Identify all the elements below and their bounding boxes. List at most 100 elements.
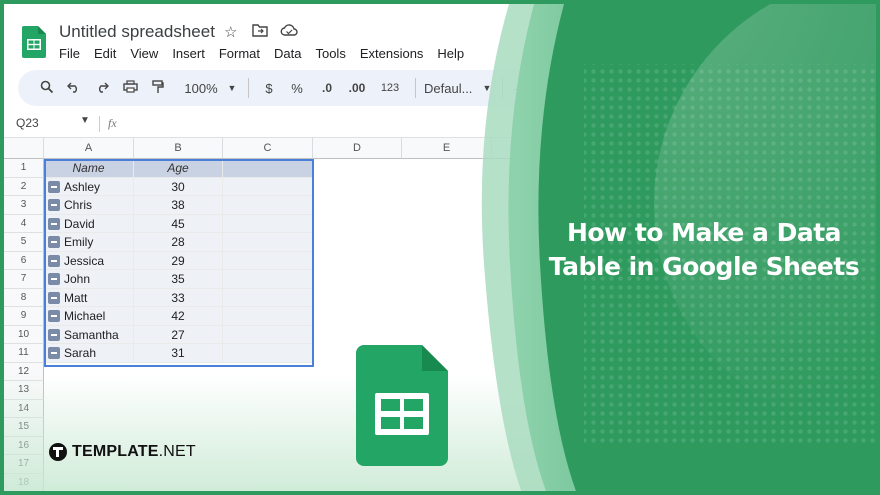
menu-file[interactable]: File xyxy=(59,46,80,61)
font-dropdown-icon[interactable]: ▼ xyxy=(480,83,494,93)
table-cell-empty[interactable] xyxy=(223,270,313,289)
menu-format[interactable]: Format xyxy=(219,46,260,61)
row-chip-icon[interactable] xyxy=(48,236,60,248)
row-chip-icon[interactable] xyxy=(48,199,60,211)
more-formats-button[interactable]: 123 xyxy=(373,82,407,94)
menu-tools[interactable]: Tools xyxy=(315,46,345,61)
column-header-d[interactable]: D xyxy=(313,137,402,159)
menu-insert[interactable]: Insert xyxy=(172,46,205,61)
font-select[interactable]: Defaul... xyxy=(424,81,480,96)
table-cell-name[interactable]: David xyxy=(44,214,134,233)
toolbar-divider xyxy=(415,78,416,98)
row-chip-icon[interactable] xyxy=(48,328,60,341)
increase-decimal-button[interactable]: .00 xyxy=(341,81,373,95)
row-chip-icon[interactable] xyxy=(48,347,60,359)
row-chip-icon[interactable] xyxy=(48,217,60,230)
column-header-extra[interactable] xyxy=(492,137,876,159)
document-title[interactable]: Untitled spreadsheet xyxy=(59,22,215,42)
table-cell-empty[interactable] xyxy=(223,325,313,344)
table-cell-name[interactable]: Chris xyxy=(44,196,134,215)
redo-icon[interactable] xyxy=(88,81,116,96)
table-cell-name[interactable]: Ashley xyxy=(44,177,134,196)
sheets-logo-icon[interactable] xyxy=(22,26,46,58)
percent-format-button[interactable]: % xyxy=(281,81,313,96)
table-cell-age[interactable]: 42 xyxy=(134,307,223,326)
table-cell-age[interactable]: 33 xyxy=(134,288,223,307)
zoom-select[interactable]: 100% xyxy=(178,81,224,96)
hero-title-line-1: How to Make a Data xyxy=(566,218,842,247)
row-chip-icon[interactable] xyxy=(48,310,60,322)
table-cell-name[interactable]: Samantha xyxy=(44,325,134,344)
table-cell-empty[interactable] xyxy=(223,214,313,233)
row-chip-icon[interactable] xyxy=(48,180,60,193)
move-folder-icon[interactable] xyxy=(252,23,268,41)
row-header-9[interactable]: 9 xyxy=(4,307,44,326)
menu-view[interactable]: View xyxy=(130,46,158,61)
menu-data[interactable]: Data xyxy=(274,46,301,61)
table-cell-age[interactable]: 28 xyxy=(134,233,223,252)
table-cell-age[interactable]: 31 xyxy=(134,344,223,363)
row-header-8[interactable]: 8 xyxy=(4,288,44,307)
column-header-a[interactable]: A xyxy=(44,137,134,159)
table-cell-empty[interactable] xyxy=(223,307,313,326)
menu-extensions[interactable]: Extensions xyxy=(360,46,424,61)
select-all-corner[interactable] xyxy=(4,137,44,159)
table-cell-name[interactable]: Emily xyxy=(44,233,134,252)
menu-edit[interactable]: Edit xyxy=(94,46,116,61)
table-header-empty[interactable] xyxy=(223,159,313,178)
table-cell-empty[interactable] xyxy=(223,288,313,307)
table-cell-empty[interactable] xyxy=(223,251,313,270)
table-cell-empty[interactable] xyxy=(223,177,313,196)
name-box-dropdown-icon[interactable]: ▼ xyxy=(80,115,90,126)
row-chip-icon[interactable] xyxy=(48,273,60,285)
column-header-c[interactable]: C xyxy=(223,137,313,159)
row-header-5[interactable]: 5 xyxy=(4,233,44,252)
menu-help[interactable]: Help xyxy=(437,46,464,61)
star-icon[interactable]: ☆ xyxy=(224,23,237,41)
undo-icon[interactable] xyxy=(58,81,88,96)
row-header-7[interactable]: 7 xyxy=(4,270,44,289)
table-cell-age[interactable]: 30 xyxy=(134,177,223,196)
row-chip-icon[interactable] xyxy=(48,254,60,267)
row-header-10[interactable]: 10 xyxy=(4,325,44,344)
name-box[interactable]: Q23 ▼ xyxy=(16,115,96,130)
column-header-e[interactable]: E xyxy=(402,137,492,159)
table-cell-empty[interactable] xyxy=(223,233,313,252)
paint-format-icon[interactable] xyxy=(144,79,172,97)
row-header-2[interactable]: 2 xyxy=(4,177,44,196)
table-cell-name-text: Ashley xyxy=(64,179,101,194)
table-header-age[interactable]: Age xyxy=(134,159,223,178)
table-cell-name-text: Jessica xyxy=(64,253,105,268)
table-cell-age[interactable]: 45 xyxy=(134,214,223,233)
table-cell-name-text: Michael xyxy=(64,309,106,323)
row-header-11[interactable]: 11 xyxy=(4,344,44,363)
search-menus-icon[interactable] xyxy=(36,80,58,97)
table-cell-name[interactable]: Michael xyxy=(44,307,134,326)
table-cell-empty[interactable] xyxy=(223,344,313,363)
table-cell-name[interactable]: Jessica xyxy=(44,251,134,270)
currency-format-button[interactable]: $ xyxy=(257,81,281,96)
row-header-3[interactable]: 3 xyxy=(4,196,44,215)
table-cell-age[interactable]: 29 xyxy=(134,251,223,270)
table-cell-name[interactable]: John xyxy=(44,270,134,289)
brand-name: TEMPLATE xyxy=(72,443,159,460)
google-sheets-logo-icon xyxy=(356,345,448,466)
table-cell-name[interactable]: Matt xyxy=(44,288,134,307)
print-icon[interactable] xyxy=(116,80,144,96)
row-chip-icon[interactable] xyxy=(48,291,60,304)
row-header-4[interactable]: 4 xyxy=(4,214,44,233)
cloud-status-icon[interactable] xyxy=(280,23,298,41)
table-cell-name-text: Matt xyxy=(64,290,88,305)
row-header-6[interactable]: 6 xyxy=(4,251,44,270)
table-cell-age[interactable]: 35 xyxy=(134,270,223,289)
table-cell-empty[interactable] xyxy=(223,196,313,215)
decrease-decimal-button[interactable]: .0 xyxy=(313,81,341,95)
column-header-b[interactable]: B xyxy=(134,137,223,159)
table-cell-age[interactable]: 27 xyxy=(134,325,223,344)
table-cell-age[interactable]: 38 xyxy=(134,196,223,215)
zoom-dropdown-icon[interactable]: ▼ xyxy=(224,83,240,93)
table-header-name[interactable]: Name xyxy=(44,159,134,178)
decrease-font-size-button[interactable]: — xyxy=(511,81,531,96)
table-cell-name[interactable]: Sarah xyxy=(44,344,134,363)
row-header-1[interactable]: 1 xyxy=(4,159,44,178)
